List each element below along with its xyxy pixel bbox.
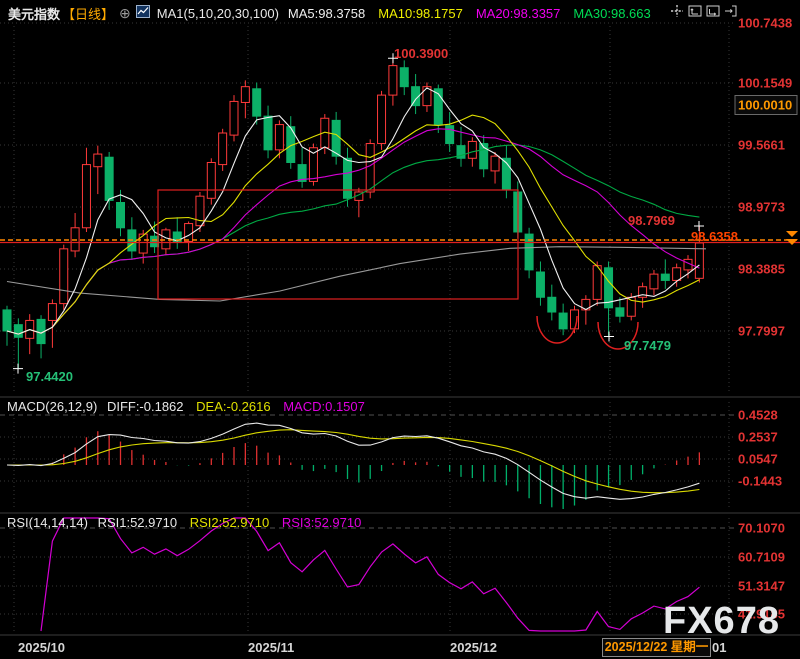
- candle-down: [252, 88, 262, 117]
- price-axis-label-highlight: 100.0010: [738, 98, 792, 113]
- price-axis-label: 97.7997: [738, 324, 785, 339]
- candle-up: [184, 223, 194, 242]
- rsi-axis-label: 51.3147: [738, 579, 785, 594]
- price-annotation-label: 97.7479: [624, 338, 671, 353]
- current-date-badge: 2025/12/22 星期一: [602, 638, 711, 657]
- candle-up: [81, 164, 91, 229]
- candle-down: [445, 125, 455, 145]
- candle-down: [331, 119, 341, 157]
- exit-icon[interactable]: [724, 4, 738, 18]
- price-axis-label: 98.9773: [738, 200, 785, 215]
- macd-axis-label: 0.0547: [738, 452, 778, 467]
- ma10-value: MA10:98.1757: [378, 5, 463, 21]
- macd-axis-label: 0.4528: [738, 408, 778, 423]
- candle-down: [615, 307, 625, 317]
- candle-up: [274, 124, 284, 151]
- candle-down: [104, 156, 114, 201]
- period-label[interactable]: 【日线】: [62, 4, 114, 23]
- candle-up: [138, 233, 148, 254]
- candle-down: [150, 235, 160, 248]
- candle-up: [47, 303, 57, 321]
- axis-tick-jan: 01: [712, 640, 727, 655]
- axis-tick-dec: 2025/12: [450, 640, 497, 655]
- macd-header: MACD(26,12,9) DIFF:-0.1862 DEA:-0.2616 M…: [7, 399, 365, 414]
- candle-up: [365, 143, 375, 193]
- candle-up: [206, 161, 216, 199]
- rsi-axis-label: 70.1070: [738, 521, 785, 536]
- candle-down: [2, 309, 12, 332]
- price-annotation-label: 97.4420: [26, 369, 73, 384]
- price-annotation-label: 98.7969: [628, 213, 675, 228]
- symbol-name: 美元指数: [8, 6, 61, 22]
- panel-up-icon[interactable]: [688, 4, 702, 18]
- candle-down: [13, 324, 23, 338]
- dea-line: [6, 429, 700, 494]
- candle-up: [467, 140, 477, 159]
- price-axis-label: 100.1549: [738, 76, 792, 91]
- chart-canvas: 97.4420 100.3900 97.7479 98.7969 98.6358 100.…: [0, 16, 800, 636]
- rsi1-value: RSI1:52.9710: [97, 515, 178, 530]
- panel-right-icon[interactable]: [706, 4, 720, 18]
- price-annotation-label: 100.3900: [394, 46, 448, 61]
- candle-down: [116, 202, 125, 229]
- macd-dea-value: DEA:-0.2616: [196, 399, 271, 414]
- candle-down: [660, 273, 670, 281]
- candle-up: [218, 132, 228, 166]
- macd-value: MACD:0.1507: [283, 399, 365, 414]
- mini-chart-icon[interactable]: [135, 5, 150, 21]
- rsi-title: RSI(14,14,14): [7, 515, 88, 530]
- price-annotation-label: 98.6358: [691, 229, 738, 244]
- price-axis-label: 99.5661: [738, 138, 785, 153]
- candle-up: [672, 267, 682, 281]
- candle-up: [59, 248, 69, 305]
- candle-down: [535, 271, 545, 298]
- circle-plus-icon[interactable]: ⊕: [119, 6, 131, 20]
- candle-down: [399, 67, 409, 88]
- rsi2-value: RSI2:52.9710: [189, 515, 270, 530]
- price-axis-label: 98.3885: [738, 262, 785, 277]
- candle-up: [240, 86, 250, 103]
- gridlines: [0, 22, 800, 636]
- ma-settings-label: MA1(5,10,20,30,100): [156, 5, 279, 21]
- candle-up: [490, 155, 500, 172]
- candle-up: [229, 100, 239, 136]
- macd-diff-value: DIFF:-0.1862: [106, 399, 184, 414]
- candle-down: [547, 296, 557, 313]
- rsi-header: RSI(14,14,14) RSI1:52.9710 RSI2:52.9710 …: [7, 515, 361, 530]
- macd-axis-label: -0.1443: [738, 474, 782, 489]
- ma20-value: MA20:98.3357: [475, 5, 561, 21]
- candle-up: [649, 273, 659, 290]
- diff-line: [6, 422, 700, 500]
- axis-tick-nov: 2025/11: [248, 640, 295, 655]
- macd-title: MACD(26,12,9): [7, 399, 98, 414]
- candle-up: [388, 65, 398, 96]
- macd-panel: [6, 422, 700, 509]
- rsi3-value: RSI3:52.9710: [281, 515, 362, 530]
- macd-axis-label: 0.2537: [738, 430, 778, 445]
- chart-toolbar: [670, 4, 738, 18]
- extreme-cross-marker: [604, 331, 614, 342]
- rsi-axis-label: 60.7109: [738, 550, 785, 565]
- candle-down: [343, 157, 352, 199]
- ma10-line: [6, 114, 700, 335]
- pan-tool-icon[interactable]: [670, 4, 684, 18]
- price-axis: 100.7438100.1549100.001099.566198.977398…: [734, 16, 798, 622]
- axis-tick-oct: 2025/10: [18, 640, 65, 655]
- candle-down: [263, 115, 273, 151]
- extreme-cross-marker: [13, 363, 23, 374]
- candle-up: [377, 94, 387, 145]
- date-axis[interactable]: 2025/10 2025/11 2025/12 2025/12/22 星期一 0…: [0, 638, 800, 659]
- chart-app: 美元指数 【日线】 ⊕ MA1(5,10,20,30,100) MA5:98.3…: [0, 0, 800, 659]
- candle-up: [93, 153, 103, 168]
- ma5-value: MA5:98.3758: [287, 5, 366, 21]
- ma30-value: MA30:98.663: [573, 5, 651, 21]
- candle-down: [558, 312, 568, 330]
- watermark: FX678: [663, 600, 780, 642]
